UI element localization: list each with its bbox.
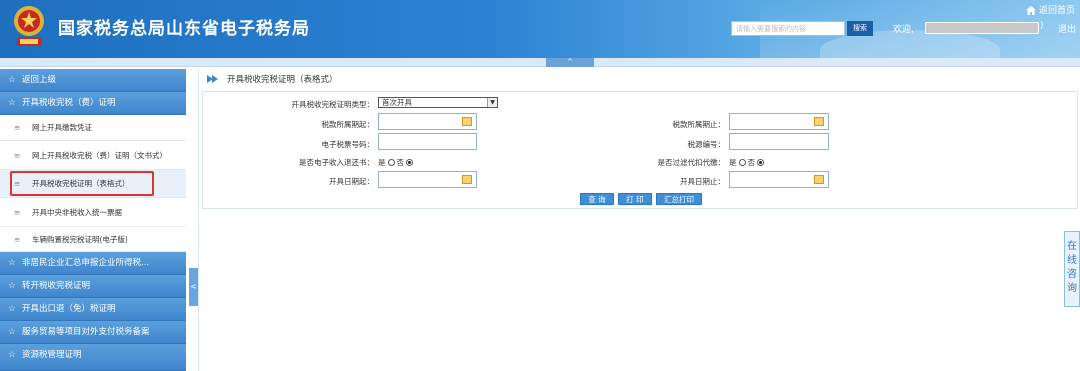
yes-label: 是: [729, 158, 737, 167]
tax-source-no-field[interactable]: [729, 133, 829, 150]
cert-type-select[interactable]: 首次开具 ▼: [378, 97, 498, 108]
header-collapse-strip: [0, 58, 1080, 67]
sidebar-item-label: 非居民企业汇总申报企业所得税...: [22, 258, 150, 268]
sidebar-item-label: 服务贸易等项目对外支付税务备案: [22, 327, 150, 337]
search-input[interactable]: 请输入需要搜索的内容: [731, 21, 845, 36]
sidebar-item-label: 开具税收完税（费）证明: [22, 98, 116, 108]
issue-date-end-label: 开具日期止：: [680, 177, 725, 186]
list-bullet-icon: ≡: [14, 151, 21, 160]
calendar-icon[interactable]: [814, 175, 824, 184]
logout-link[interactable]: 退出: [1058, 22, 1076, 35]
sidebar-item-resource-tax[interactable]: ☆ 资源税管理证明: [0, 344, 186, 371]
breadcrumb: 开具税收完税证明（表格式）: [207, 73, 338, 85]
star-icon: ☆: [8, 75, 16, 85]
breadcrumb-title: 开具税收完税证明（表格式）: [227, 75, 338, 85]
withholding-no-radio[interactable]: [757, 159, 764, 166]
sidebar-item-back[interactable]: ☆ 返回上级: [0, 69, 186, 92]
sidebar-item-vehicle-tax[interactable]: ≡ 车辆购置税完税证明(电子版): [0, 227, 186, 252]
national-emblem-icon: [14, 6, 44, 46]
cert-type-label: 开具税收完税证明类型：: [291, 100, 375, 109]
sidebar-item-label: 网上开具缴款凭证: [32, 123, 92, 132]
tax-period-end-label: 税款所属期止：: [672, 120, 726, 129]
chevron-down-icon: ▼: [487, 98, 497, 107]
summary-print-button[interactable]: 汇总打印: [656, 193, 702, 205]
sidebar-item-transfer-cert[interactable]: ☆ 转开税收完税证明: [0, 275, 186, 298]
sidebar-collapse-handle[interactable]: <: [189, 268, 198, 306]
welcome-text: 欢迎,: [893, 25, 914, 35]
e-refund-no-radio[interactable]: [406, 159, 413, 166]
home-link[interactable]: 返回首页: [1026, 3, 1075, 16]
sidebar-item-label: 返回上级: [22, 75, 57, 85]
sidebar-item-payment-voucher[interactable]: ≡ 网上开具缴款凭证: [0, 115, 186, 141]
sidebar-item-label: 开具出口退（免）税证明: [22, 304, 116, 314]
sidebar-item-label: 资源税管理证明: [22, 350, 82, 360]
issue-date-end-field[interactable]: [729, 171, 829, 188]
withholding-filter-label: 是否过滤代扣代缴：: [657, 158, 726, 167]
calendar-icon[interactable]: [814, 117, 824, 126]
sidebar-item-service-trade[interactable]: ☆ 服务贸易等项目对外支付税务备案: [0, 321, 186, 344]
sidebar-item-label: 网上开具税收完税（费）证明（文书式）: [32, 151, 167, 160]
tax-period-start-field[interactable]: [378, 113, 477, 130]
cert-type-value: 首次开具: [382, 98, 412, 107]
issue-date-start-label: 开具日期起：: [329, 177, 374, 186]
print-button[interactable]: 打 印: [618, 193, 652, 205]
star-icon: ☆: [8, 304, 16, 314]
top-header: 国家税务总局山东省电子税务局 请输入需要搜索的内容 搜索 返回首页 欢迎, ) …: [0, 0, 1080, 58]
star-icon: ☆: [8, 350, 16, 360]
username-suffix: ): [1040, 21, 1044, 31]
tax-period-start-label: 税款所属期起：: [321, 120, 375, 129]
sidebar-item-label: 转开税收完税证明: [22, 281, 91, 291]
e-refund-yes-radio[interactable]: [387, 159, 395, 166]
list-bullet-icon: ≡: [14, 208, 21, 217]
e-refund-label: 是否电子收入退还书：: [299, 158, 374, 167]
home-icon: [1026, 6, 1036, 15]
e-refund-radio-group: 是否: [378, 157, 415, 168]
list-bullet-icon: ≡: [14, 123, 21, 132]
withholding-radio-group: 是否: [729, 157, 766, 168]
issue-date-start-field[interactable]: [378, 171, 477, 188]
star-icon: ☆: [8, 327, 16, 337]
calendar-icon[interactable]: [462, 175, 472, 184]
tax-period-end-field[interactable]: [729, 113, 829, 130]
no-label: 否: [747, 158, 756, 167]
search-button[interactable]: 搜索: [847, 21, 873, 36]
sidebar-item-export-refund[interactable]: ☆ 开具出口退（免）税证明: [0, 298, 186, 321]
highlight-box: [10, 171, 154, 196]
e-ticket-no-field[interactable]: [378, 133, 477, 150]
tax-source-no-label: 税源编号：: [687, 140, 726, 149]
double-arrow-icon: [207, 75, 218, 83]
no-label: 否: [396, 158, 405, 167]
site-title: 国家税务总局山东省电子税务局: [58, 19, 310, 39]
sidebar-item-nontax-receipt[interactable]: ≡ 开具中央非税收入统一票据: [0, 198, 186, 227]
sidebar-item-label: 车辆购置税完税证明(电子版): [32, 235, 128, 244]
sidebar-item-label: 开具中央非税收入统一票据: [32, 208, 122, 217]
username-redacted: [925, 22, 1039, 34]
e-ticket-no-label: 电子税票号码：: [321, 140, 375, 149]
consult-char: 咨: [1067, 269, 1077, 280]
consult-char: 在: [1067, 241, 1077, 252]
yes-label: 是: [378, 158, 386, 167]
sidebar-item-tax-cert-group[interactable]: ☆ 开具税收完税（费）证明: [0, 92, 186, 115]
consult-char: 询: [1067, 283, 1077, 294]
sidebar-item-doc-cert[interactable]: ≡ 网上开具税收完税（费）证明（文书式）: [0, 141, 186, 170]
calendar-icon[interactable]: [462, 117, 472, 126]
query-button[interactable]: 查 询: [580, 193, 614, 205]
online-consult-tab[interactable]: 在 线 咨 询: [1064, 231, 1080, 307]
star-icon: ☆: [8, 281, 16, 291]
list-bullet-icon: ≡: [14, 235, 21, 244]
withholding-yes-radio[interactable]: [738, 159, 746, 166]
star-icon: ☆: [8, 98, 16, 108]
home-link-label: 返回首页: [1039, 6, 1076, 16]
sidebar-divider: [198, 69, 199, 371]
collapse-header-button[interactable]: ^: [546, 58, 594, 67]
sidebar-item-nonresident[interactable]: ☆ 非居民企业汇总申报企业所得税...: [0, 252, 186, 275]
star-icon: ☆: [8, 258, 16, 268]
consult-char: 线: [1067, 255, 1077, 266]
sidebar: ☆ 返回上级 ☆ 开具税收完税（费）证明 ≡ 网上开具缴款凭证 ≡ 网上开具税收完税（费…: [0, 69, 186, 371]
